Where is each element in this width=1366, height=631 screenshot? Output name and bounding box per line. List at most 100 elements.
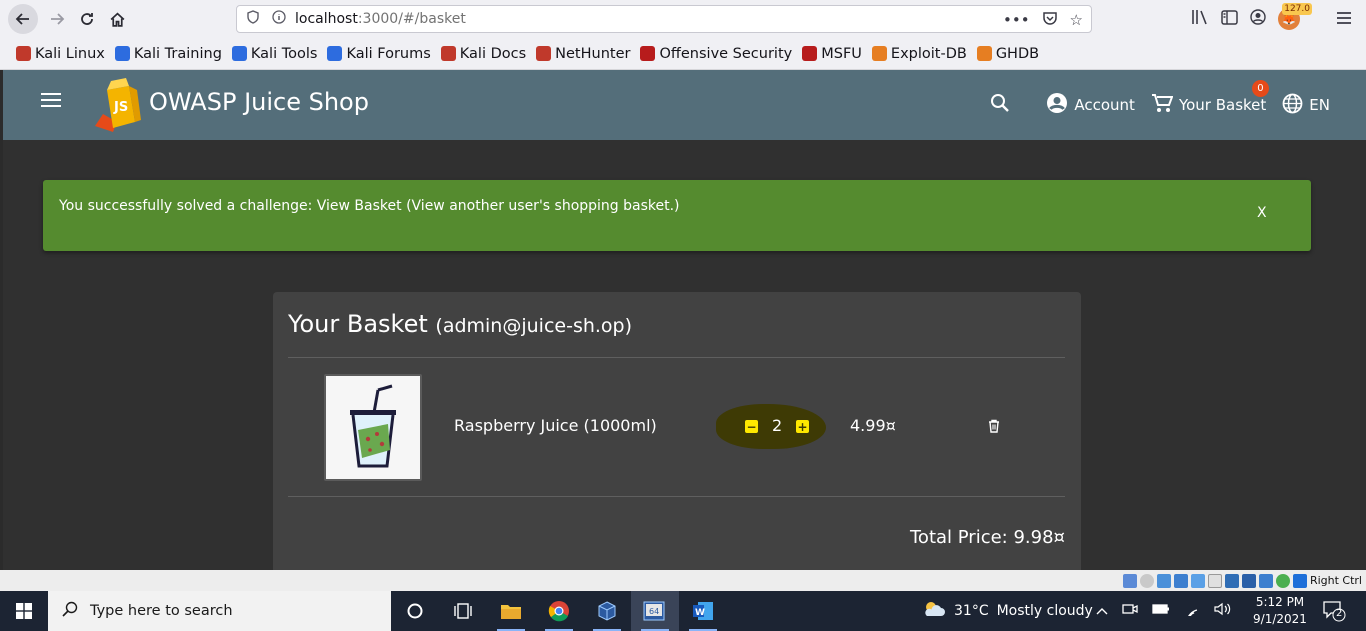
app-body: You successfully solved a challenge: Vie… [3,140,1366,582]
bookmark-item[interactable]: NetHunter [536,46,630,62]
vbox-keyboard-icon[interactable] [1292,573,1307,588]
kali-vm-icon[interactable]: 64 [631,591,679,631]
bookmark-item[interactable]: Kali Tools [231,45,318,62]
snackbar-close-button[interactable]: X [1257,205,1267,221]
taskbar-search-placeholder: Type here to search [90,603,233,619]
meet-now-icon[interactable] [1122,602,1138,620]
challenge-solved-snackbar: You successfully solved a challenge: Vie… [43,180,1311,251]
taskbar-clock[interactable]: 5:12 PM 9/1/2021 [1252,594,1308,628]
divider [288,496,1065,497]
bookmark-label: Kali Docs [459,45,527,62]
svg-text:W: W [695,608,705,618]
bookmark-label: MSFU [821,45,862,62]
shield-icon[interactable] [243,10,263,28]
bookmark-item[interactable]: Exploit-DB [871,46,967,62]
app-header: JS OWASP Juice Shop Account Your Basket … [3,70,1366,140]
notification-center-icon[interactable]: 2 [1322,600,1346,622]
virtualbox-icon[interactable] [583,591,631,631]
star-icon[interactable]: ☆ [1070,11,1083,29]
juice-shop-logo[interactable]: JS [93,76,143,132]
extension-badge: 127.0 [1282,3,1312,15]
basket-button[interactable]: Your Basket 0 [1151,80,1269,117]
vbox-optical-icon[interactable] [1139,573,1154,588]
weather-description: Mostly cloudy [996,603,1093,619]
more-dots-icon[interactable]: ••• [1003,11,1030,29]
search-icon[interactable] [990,93,1010,117]
bookmark-item[interactable]: GHDB [976,46,1039,62]
hamburger-menu-icon[interactable] [41,93,61,107]
cortana-icon[interactable] [391,591,439,631]
account-label: Account [1074,96,1135,114]
vbox-recording-icon[interactable] [1241,573,1256,588]
task-view-icon[interactable] [439,591,487,631]
language-button[interactable]: EN [1282,93,1330,118]
vbox-audio-icon[interactable] [1156,573,1171,588]
info-icon[interactable] [269,10,289,28]
forward-arrow-icon[interactable] [42,4,72,34]
bookmark-item[interactable]: Offensive Security [640,46,792,62]
bookmark-favicon-icon [976,46,992,61]
pocket-icon[interactable] [1042,11,1058,30]
back-arrow-icon[interactable] [8,4,38,34]
quantity-stepper: − 2 + [716,404,826,449]
word-icon[interactable]: W [679,591,727,631]
bookmark-favicon-icon [231,46,247,61]
bookmark-label: NetHunter [555,45,631,62]
bookmark-label: Kali Tools [250,45,318,62]
vbox-host-key: Right Ctrl [1309,574,1362,587]
vbox-mouse-icon[interactable] [1275,573,1290,588]
vbox-shared-folder-icon[interactable] [1207,573,1222,588]
bookmark-favicon-icon [440,46,456,61]
increase-quantity-button[interactable]: + [796,420,809,433]
bookmark-item[interactable]: Kali Forums [327,46,431,62]
quantity-highlight [716,404,826,449]
url-text[interactable]: localhost:3000/#/basket [295,11,466,27]
reload-icon[interactable] [72,4,102,34]
url-bar[interactable]: localhost:3000/#/basket ••• ☆ [236,5,1092,33]
bookmark-item[interactable]: MSFU [802,46,862,62]
product-price: 4.99¤ [850,416,896,435]
battery-icon[interactable] [1152,603,1170,619]
volume-icon[interactable] [1214,602,1232,620]
search-icon [62,601,78,621]
windows-start-icon[interactable] [0,591,48,631]
vbox-network-icon[interactable] [1173,573,1188,588]
windows-taskbar: Type here to search 64 W 31°C Mostly clo… [0,591,1366,631]
bookmark-item[interactable]: Kali Linux [16,46,105,62]
app-title[interactable]: OWASP Juice Shop [149,88,369,116]
vbox-cpu-icon[interactable] [1258,573,1273,588]
chrome-icon[interactable] [535,591,583,631]
vbox-display-icon[interactable] [1224,573,1239,588]
weather-widget[interactable]: 31°C Mostly cloudy [922,591,1093,631]
vbox-disk-icon[interactable] [1122,573,1137,588]
svg-text:64: 64 [649,607,659,616]
sidebar-icon[interactable] [1221,9,1238,29]
notification-count: 2 [1336,608,1343,619]
bookmark-item[interactable]: Kali Training [114,46,222,62]
globe-icon [1282,93,1303,118]
vbox-usb-icon[interactable] [1190,573,1205,588]
extension-fox-icon[interactable]: 🦊 127.0 [1278,3,1312,30]
divider [288,357,1065,358]
bookmark-favicon-icon [640,46,656,61]
home-icon[interactable] [102,4,132,34]
bookmark-item[interactable]: Kali Docs [440,45,527,62]
url-host: localhost [295,11,358,27]
file-explorer-icon[interactable] [487,591,535,631]
account-icon[interactable] [1250,9,1266,29]
account-button[interactable]: Account [1046,92,1135,118]
bookmark-label: Kali Linux [35,45,105,62]
decrease-quantity-button[interactable]: − [745,420,758,433]
basket-label: Your Basket [1178,96,1267,114]
basket-title: Your Basket (admin@juice-sh.op) [288,310,632,338]
wifi-icon[interactable] [1184,602,1200,621]
url-path: :3000/#/basket [357,11,466,27]
product-image [324,374,422,481]
basket-owner: (admin@juice-sh.op) [435,315,633,337]
clock-time: 5:12 PM [1255,595,1305,609]
library-icon[interactable] [1191,9,1209,29]
taskbar-search-box[interactable]: Type here to search [48,591,391,631]
delete-item-icon[interactable] [988,418,1000,433]
chevron-up-icon[interactable] [1096,604,1108,619]
menu-icon[interactable] [1336,10,1352,29]
